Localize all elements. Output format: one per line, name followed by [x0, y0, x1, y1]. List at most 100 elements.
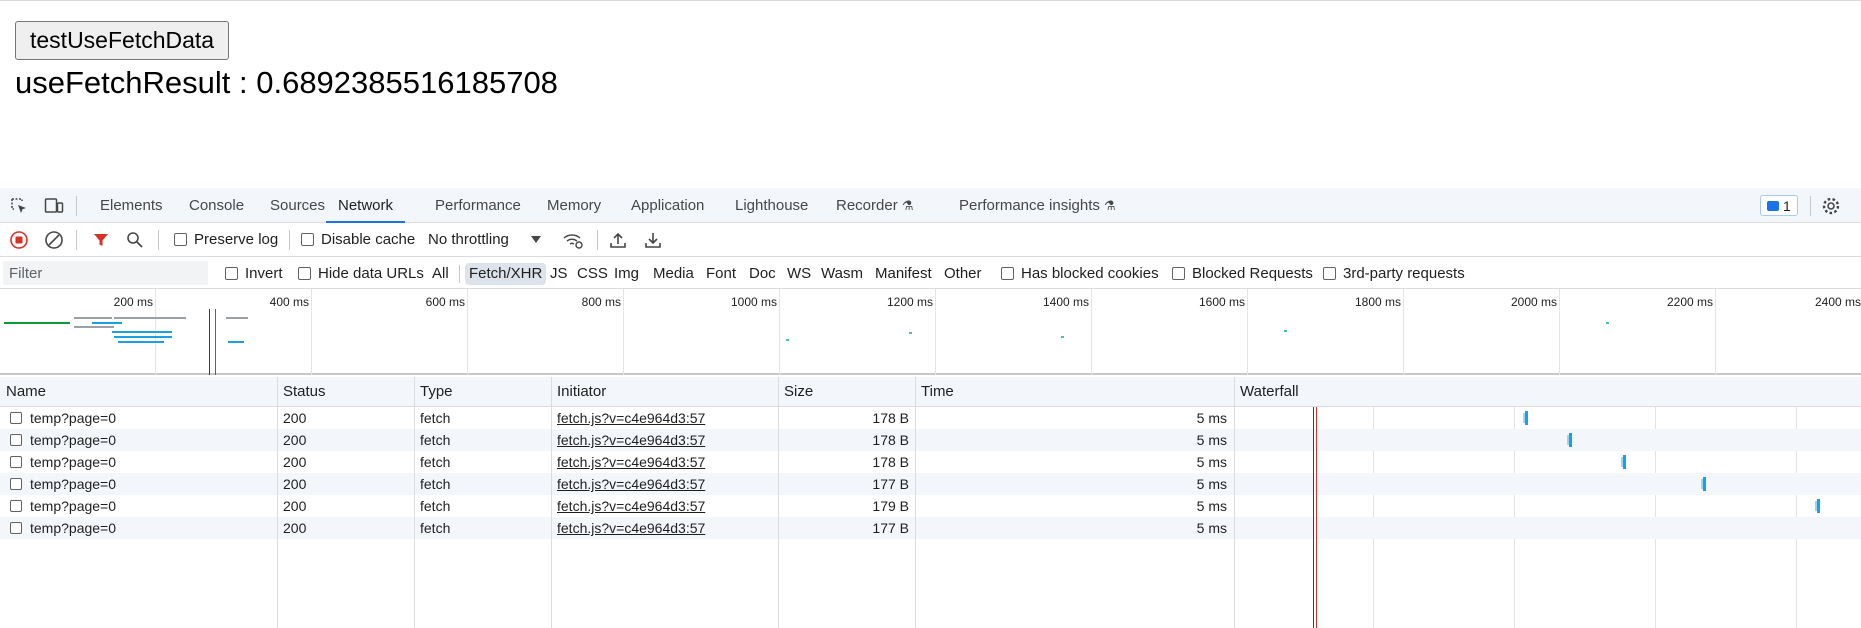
row-checkbox[interactable] — [10, 522, 22, 534]
search-icon[interactable] — [125, 230, 145, 250]
dom-content-loaded-line — [1313, 407, 1314, 628]
request-name[interactable]: temp?page=0 — [30, 407, 116, 429]
column-divider[interactable] — [414, 377, 415, 628]
table-row[interactable]: temp?page=0 200 fetch fetch.js?v=c4e964d… — [0, 451, 1861, 473]
request-name[interactable]: temp?page=0 — [30, 451, 116, 473]
throttling-select[interactable]: No throttling — [428, 231, 541, 248]
tab-performance[interactable]: Performance — [435, 188, 521, 223]
checkbox-box[interactable] — [298, 267, 311, 280]
checkbox-box[interactable] — [301, 233, 314, 246]
has-blocked-cookies-checkbox[interactable]: Has blocked cookies — [1001, 265, 1159, 282]
tab-network[interactable]: Network — [326, 188, 406, 223]
checkbox-box[interactable] — [174, 233, 187, 246]
row-checkbox[interactable] — [10, 434, 22, 446]
table-row[interactable]: temp?page=0 200 fetch fetch.js?v=c4e964d… — [0, 473, 1861, 495]
table-row[interactable]: temp?page=0 200 fetch fetch.js?v=c4e964d… — [0, 517, 1861, 539]
tab-application[interactable]: Application — [631, 188, 704, 223]
column-header-name[interactable]: Name — [0, 377, 277, 407]
inspect-element-icon[interactable] — [9, 196, 29, 216]
table-row[interactable]: temp?page=0 200 fetch fetch.js?v=c4e964d… — [0, 495, 1861, 517]
column-header-size[interactable]: Size — [778, 377, 915, 407]
checkbox-box[interactable] — [1323, 267, 1336, 280]
disable-cache-checkbox[interactable]: Disable cache — [301, 231, 415, 248]
filter-type-all[interactable]: All — [428, 263, 453, 285]
invert-checkbox[interactable]: Invert — [225, 265, 283, 282]
device-toolbar-icon[interactable] — [43, 196, 65, 216]
row-checkbox[interactable] — [10, 500, 22, 512]
row-checkbox[interactable] — [10, 456, 22, 468]
app-page: testUseFetchData useFetchResult : 0.6892… — [0, 0, 1861, 188]
column-divider[interactable] — [1234, 377, 1235, 628]
tab-recorder[interactable]: Recorder ⚗ — [836, 188, 913, 223]
checkbox-box[interactable] — [225, 267, 238, 280]
overview-request-bar — [74, 326, 114, 328]
request-type: fetch — [420, 410, 451, 426]
row-checkbox[interactable] — [10, 412, 22, 424]
checkbox-box[interactable] — [1172, 267, 1185, 280]
request-initiator-link[interactable]: fetch.js?v=c4e964d3:57 — [557, 410, 705, 426]
issues-count: 1 — [1783, 197, 1791, 214]
filter-type-other[interactable]: Other — [940, 263, 986, 285]
filter-type-css[interactable]: CSS — [573, 263, 612, 285]
hide-data-urls-checkbox[interactable]: Hide data URLs — [298, 265, 424, 282]
request-time: 5 ms — [1196, 454, 1227, 470]
request-initiator-link[interactable]: fetch.js?v=c4e964d3:57 — [557, 432, 705, 448]
tab-console[interactable]: Console — [189, 188, 244, 223]
request-initiator-link[interactable]: fetch.js?v=c4e964d3:57 — [557, 476, 705, 492]
request-size: 178 B — [872, 432, 909, 448]
column-header-type[interactable]: Type — [414, 377, 551, 407]
request-initiator-link[interactable]: fetch.js?v=c4e964d3:57 — [557, 454, 705, 470]
request-initiator-link[interactable]: fetch.js?v=c4e964d3:57 — [557, 520, 705, 536]
tab-lighthouse[interactable]: Lighthouse — [735, 188, 808, 223]
filter-type-wasm[interactable]: Wasm — [817, 263, 867, 285]
column-divider[interactable] — [551, 377, 552, 628]
divider — [1810, 196, 1811, 216]
preserve-log-checkbox[interactable]: Preserve log — [174, 231, 278, 248]
filter-type-media[interactable]: Media — [649, 263, 698, 285]
filter-type-js[interactable]: JS — [546, 263, 572, 285]
filter-type-ws[interactable]: WS — [783, 263, 815, 285]
table-row[interactable]: temp?page=0 200 fetch fetch.js?v=c4e964d… — [0, 407, 1861, 429]
request-name[interactable]: temp?page=0 — [30, 429, 116, 451]
request-name[interactable]: temp?page=0 — [30, 517, 116, 539]
filter-type-manifest[interactable]: Manifest — [871, 263, 936, 285]
column-header-initiator[interactable]: Initiator — [551, 377, 778, 407]
has-blocked-cookies-label: Has blocked cookies — [1021, 265, 1159, 282]
column-divider[interactable] — [277, 377, 278, 628]
overview-request-bar — [1606, 322, 1609, 324]
throttling-value: No throttling — [428, 231, 509, 248]
request-initiator-link[interactable]: fetch.js?v=c4e964d3:57 — [557, 498, 705, 514]
row-checkbox[interactable] — [10, 478, 22, 490]
request-name[interactable]: temp?page=0 — [30, 473, 116, 495]
column-header-waterfall[interactable]: Waterfall — [1234, 377, 1861, 407]
network-conditions-icon[interactable] — [562, 230, 584, 250]
filter-type-font[interactable]: Font — [702, 263, 740, 285]
column-header-time[interactable]: Time — [915, 377, 1234, 407]
filter-type-img[interactable]: Img — [610, 263, 643, 285]
gear-icon[interactable] — [1820, 195, 1842, 217]
third-party-requests-checkbox[interactable]: 3rd-party requests — [1323, 265, 1465, 282]
filter-input[interactable] — [3, 261, 208, 285]
column-header-status[interactable]: Status — [277, 377, 414, 407]
checkbox-box[interactable] — [1001, 267, 1014, 280]
filter-icon[interactable] — [91, 230, 111, 250]
record-stop-icon[interactable] — [9, 230, 29, 250]
test-use-fetch-data-button[interactable]: testUseFetchData — [15, 21, 230, 60]
table-row[interactable]: temp?page=0 200 fetch fetch.js?v=c4e964d… — [0, 429, 1861, 451]
export-har-icon[interactable] — [643, 230, 663, 250]
column-divider[interactable] — [915, 377, 916, 628]
tab-elements[interactable]: Elements — [100, 188, 163, 223]
tab-performance-insights[interactable]: Performance insights ⚗ — [959, 188, 1116, 223]
tab-sources[interactable]: Sources — [270, 188, 325, 223]
import-har-icon[interactable] — [608, 230, 628, 250]
network-overview[interactable]: 200 ms 400 ms 600 ms 800 ms 1000 ms 1200… — [0, 289, 1861, 375]
blocked-requests-checkbox[interactable]: Blocked Requests — [1172, 265, 1313, 282]
column-divider[interactable] — [778, 377, 779, 628]
clear-icon[interactable] — [44, 230, 64, 250]
overview-tick-label: 600 ms — [425, 295, 465, 309]
tab-memory[interactable]: Memory — [547, 188, 601, 223]
filter-type-fetch-xhr[interactable]: Fetch/XHR — [465, 263, 547, 285]
issues-badge[interactable]: 1 — [1760, 195, 1798, 216]
request-name[interactable]: temp?page=0 — [30, 495, 116, 517]
filter-type-doc[interactable]: Doc — [745, 263, 780, 285]
